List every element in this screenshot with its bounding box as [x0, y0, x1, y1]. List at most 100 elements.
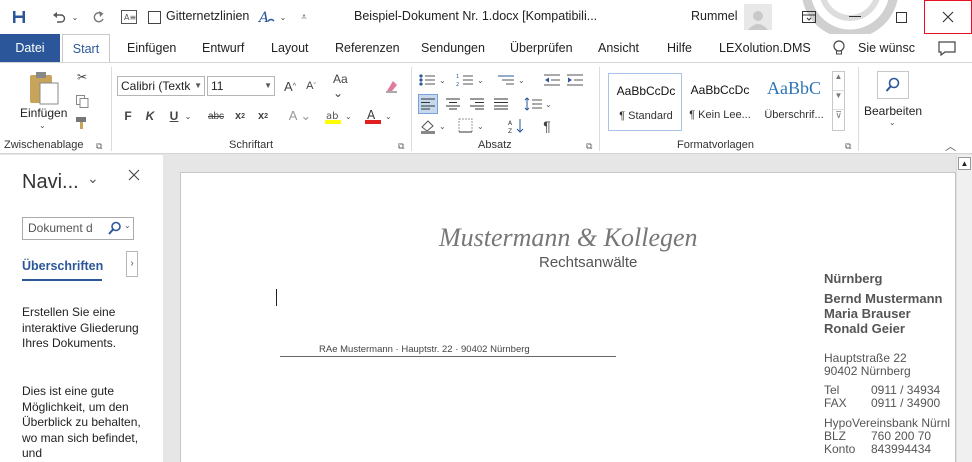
align-left-icon[interactable]: [418, 94, 438, 114]
cut-icon[interactable]: ✂: [74, 69, 90, 85]
user-avatar[interactable]: [744, 4, 772, 30]
subscript-icon[interactable]: x2: [232, 107, 248, 125]
tab-design[interactable]: Entwurf: [202, 34, 244, 62]
customize-toolbar-icon[interactable]: ⩡: [298, 7, 310, 27]
nav-tab-scroll-right-icon[interactable]: ›: [126, 251, 138, 277]
highlight-color-icon[interactable]: ab ⌄: [324, 107, 354, 125]
redo-icon[interactable]: [88, 7, 108, 27]
styles-launcher-icon[interactable]: ⧉: [845, 141, 851, 152]
borders-icon[interactable]: ⌄: [458, 116, 488, 136]
paste-label[interactable]: Einfügen: [20, 106, 67, 120]
paragraph-launcher-icon[interactable]: ⧉: [586, 141, 592, 152]
partner-name: Ronald Geier: [824, 321, 905, 336]
underline-dropdown-icon[interactable]: ⌄: [184, 107, 192, 125]
decrease-indent-icon[interactable]: [543, 71, 561, 89]
bullets-icon[interactable]: ⌄: [418, 71, 448, 89]
styles-gallery-scroller[interactable]: ▲ ▼ ⊽: [832, 71, 845, 131]
close-icon[interactable]: [924, 0, 972, 34]
text-effects-dropdown-icon[interactable]: ⌄: [278, 7, 288, 27]
tab-review[interactable]: Überprüfen: [510, 34, 573, 62]
tab-help[interactable]: Hilfe: [667, 34, 692, 62]
clear-formatting-icon[interactable]: [382, 77, 400, 95]
close-icon[interactable]: [128, 169, 140, 184]
font-name-combo[interactable]: Calibri (Textk ▼: [117, 76, 205, 96]
nav-pane-options-icon[interactable]: ⌄: [87, 170, 99, 187]
tab-layout[interactable]: Layout: [271, 34, 309, 62]
align-right-icon[interactable]: [467, 94, 487, 114]
undo-icon[interactable]: [48, 7, 70, 27]
chevron-down-icon[interactable]: ⌄: [124, 221, 131, 230]
ribbon: Einfügen ⌄ ✂ Zwischenablage ⧉ Calibri (T…: [0, 62, 972, 154]
comments-icon[interactable]: [938, 41, 956, 59]
tab-mailings[interactable]: Sendungen: [421, 34, 485, 62]
chevron-down-icon[interactable]: ▼: [833, 91, 844, 110]
format-painter-icon[interactable]: [74, 115, 90, 131]
multilevel-list-icon[interactable]: ⌄: [497, 71, 527, 89]
gridlines-checkbox[interactable]: [146, 7, 162, 27]
more-styles-icon[interactable]: ⊽: [833, 110, 844, 129]
undo-dropdown-icon[interactable]: ⌄: [70, 7, 80, 27]
lightbulb-icon[interactable]: [832, 40, 846, 59]
tab-view[interactable]: Ansicht: [598, 34, 639, 62]
italic-icon[interactable]: K: [143, 107, 157, 125]
line-spacing-icon[interactable]: ⌄: [524, 94, 554, 114]
document-page[interactable]: Mustermann & Kollegen Rechtsanwälte RAe …: [180, 172, 956, 462]
paste-dropdown-icon[interactable]: ⌄: [39, 121, 46, 130]
editing-label[interactable]: Bearbeiten: [864, 104, 922, 118]
text-effects-icon[interactable]: A ⌄: [287, 107, 313, 125]
tell-me-search[interactable]: Sie wünsc: [858, 34, 915, 62]
ribbon-display-options-icon[interactable]: [786, 0, 832, 34]
text-effects-icon[interactable]: A: [256, 7, 278, 27]
svg-text:⌄: ⌄: [477, 122, 484, 131]
blz-label: BLZ: [824, 429, 847, 443]
collapse-ribbon-icon[interactable]: ︿: [945, 138, 956, 154]
grow-font-icon[interactable]: A ^: [281, 77, 299, 95]
minimize-icon[interactable]: [832, 0, 878, 34]
scroll-up-icon[interactable]: ▲: [958, 157, 971, 170]
justify-icon[interactable]: [491, 94, 511, 114]
underline-icon[interactable]: U: [167, 107, 181, 125]
save-icon[interactable]: [8, 7, 30, 27]
svg-text:A: A: [508, 120, 513, 127]
search-icon[interactable]: [877, 71, 909, 99]
tab-lexolution[interactable]: LEXolution.DMS: [719, 34, 811, 62]
search-icon[interactable]: [108, 221, 122, 238]
style-no-spacing[interactable]: AaBbCcDc ¶ Kein Lee...: [683, 73, 757, 131]
tab-start[interactable]: Start: [62, 34, 110, 62]
style-standard[interactable]: AaBbCcDc ¶ Standard: [608, 73, 682, 131]
user-name[interactable]: Rummel: [691, 9, 738, 23]
paste-icon[interactable]: [28, 71, 60, 108]
styles-group-label: Formatvorlagen: [677, 139, 755, 151]
svg-text:⌄: ⌄: [385, 112, 392, 121]
font-launcher-icon[interactable]: ⧉: [398, 141, 404, 152]
change-case-icon[interactable]: Aa ⌄: [333, 72, 361, 100]
copy-icon[interactable]: [74, 93, 90, 109]
align-center-icon[interactable]: [443, 94, 463, 114]
style-name: ¶ Kein Lee...: [689, 109, 751, 121]
chevron-up-icon[interactable]: ▲: [833, 72, 844, 91]
strikethrough-icon[interactable]: abc: [205, 107, 227, 125]
tab-insert[interactable]: Einfügen: [127, 34, 176, 62]
shrink-font-icon[interactable]: Aˇ: [302, 77, 320, 95]
sender-line: RAe Mustermann · Hauptstr. 22 · 90402 Nü…: [319, 344, 530, 355]
shading-icon[interactable]: ⌄: [420, 116, 450, 136]
font-color-icon[interactable]: A ⌄: [364, 107, 394, 125]
sort-icon[interactable]: AZ: [507, 116, 525, 136]
superscript-icon[interactable]: x2: [255, 107, 271, 125]
font-size-combo[interactable]: 11 ▼: [207, 76, 275, 96]
vertical-scrollbar[interactable]: ▲: [956, 155, 972, 462]
bold-icon[interactable]: F: [121, 107, 135, 125]
konto-label: Konto: [824, 442, 856, 456]
increase-indent-icon[interactable]: [566, 71, 584, 89]
nav-tab-headings[interactable]: Überschriften: [22, 259, 103, 273]
editing-dropdown-icon[interactable]: ⌄: [889, 118, 896, 127]
tab-references[interactable]: Referenzen: [335, 34, 400, 62]
quick-style-icon[interactable]: A≡: [118, 7, 140, 27]
maximize-icon[interactable]: [878, 0, 924, 34]
numbering-icon[interactable]: 1 2 ⌄: [456, 71, 486, 89]
tab-file[interactable]: Datei: [0, 34, 60, 62]
clipboard-launcher-icon[interactable]: ⧉: [96, 141, 102, 152]
style-heading[interactable]: AaBbC Überschrif...: [757, 73, 831, 131]
document-area[interactable]: Mustermann & Kollegen Rechtsanwälte RAe …: [163, 155, 956, 462]
show-formatting-marks-icon[interactable]: ¶: [538, 116, 556, 136]
